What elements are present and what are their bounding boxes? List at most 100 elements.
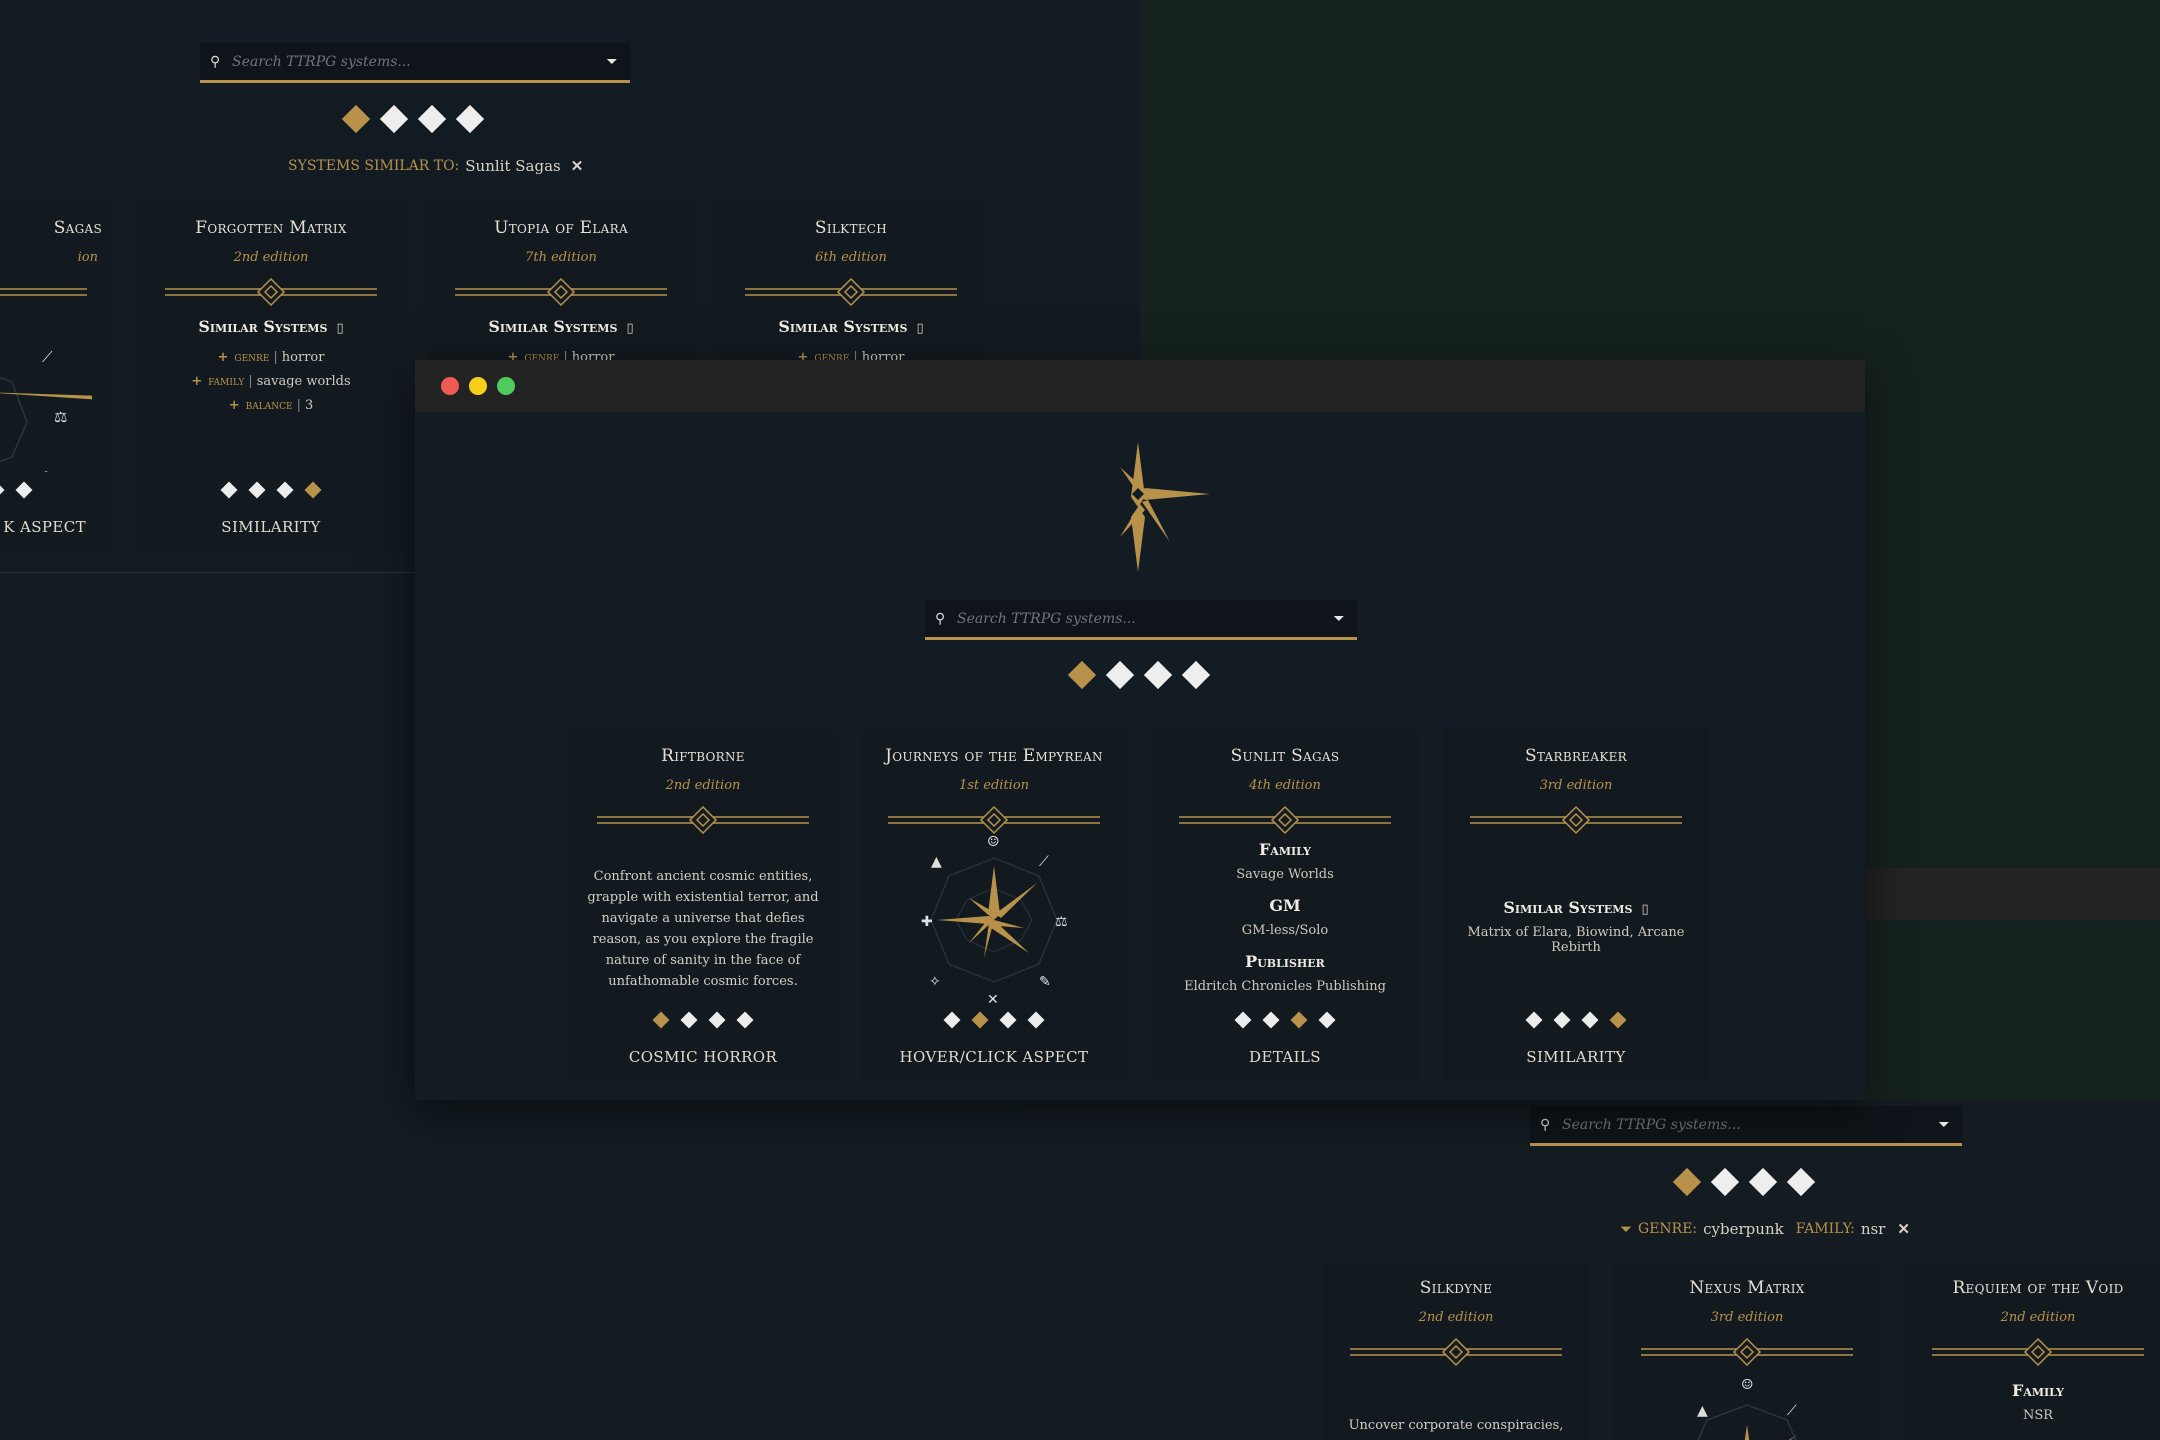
scroll-icon: ✎ (1039, 974, 1051, 990)
card-name: Journeys of the Empyrean (885, 746, 1103, 766)
detail-title-publisher: Publisher (1245, 952, 1325, 971)
aspect-nav-diamond-1[interactable] (1067, 660, 1097, 690)
search-input[interactable] (1556, 1116, 1936, 1133)
detail-title: Family (2011, 1381, 2065, 1400)
balance-icon: ⚖ (1055, 914, 1068, 930)
ornament-divider (1179, 805, 1391, 835)
card-name: Sagas (53, 218, 102, 238)
search-icon: ⚲ (1540, 1116, 1551, 1133)
panel-edge-line (0, 572, 415, 573)
family-filter-value: nsr (1860, 1220, 1886, 1238)
similar-filter-line: SYSTEMS SIMILAR TO: Sunlit Sagas ✕ (288, 157, 583, 175)
system-card-sunlit-sagas[interactable]: Sunlit Sagas 4th edition Family Savage W… (1152, 730, 1418, 1082)
family-filter-label: FAMILY: (1795, 1221, 1855, 1237)
aspect-dot[interactable] (0, 481, 5, 499)
ornament-divider (1932, 1337, 2144, 1367)
aspect-dot-active[interactable] (1609, 1011, 1627, 1029)
card-edition: 2nd edition (1418, 1310, 1494, 1325)
aspect-nav-diamond-2[interactable] (1105, 660, 1135, 690)
system-card-silkdyne[interactable]: Silkdyne 2nd edition Uncover corporate c… (1323, 1262, 1589, 1440)
ornament-divider (455, 277, 667, 307)
aspect-dot[interactable] (1234, 1011, 1252, 1029)
aspect-dot[interactable] (15, 481, 33, 499)
aspect-dot[interactable] (999, 1011, 1017, 1029)
card-aspect-label: K ASPECT (3, 518, 86, 536)
system-card-forgotten-matrix[interactable]: Forgotten Matrix 2nd edition Similar Sys… (138, 202, 404, 552)
aspect-dot-active[interactable] (971, 1011, 989, 1029)
ornament-divider (1350, 1337, 1562, 1367)
aspect-nav-diamond-1[interactable] (1672, 1167, 1702, 1197)
aspect-nav-diamond-4[interactable] (1786, 1167, 1816, 1197)
aspect-dot[interactable] (1262, 1011, 1280, 1029)
aspect-nav-diamond-2[interactable] (379, 104, 409, 134)
aspect-dot[interactable] (220, 481, 238, 499)
bottom-right-panel: ⚲ ⏷ ⏷ GENRE: cyberpunk FAMILY: nsr ✕ Sil… (1020, 1100, 2160, 1440)
search-input[interactable] (951, 610, 1331, 627)
close-window-button[interactable] (441, 377, 459, 395)
maximize-window-button[interactable] (497, 377, 515, 395)
card-name: Utopia of Elara (494, 218, 628, 238)
ornament-divider (1470, 805, 1682, 835)
filter-icon[interactable]: ⏷ (1331, 611, 1347, 627)
dialogue-icon: ☺ (987, 834, 1000, 850)
search-icon: ⚲ (210, 53, 221, 70)
card-edition: 2nd edition (2000, 1310, 2076, 1325)
aspect-dot-active[interactable] (652, 1011, 670, 1029)
ornament-divider (0, 288, 87, 296)
aspect-nav-diamond-3[interactable] (1143, 660, 1173, 690)
card-edition: 3rd edition (1539, 778, 1613, 793)
aspect-dot-active[interactable] (304, 481, 322, 499)
card-name: Sunlit Sagas (1230, 746, 1340, 766)
aspect-dot[interactable] (1318, 1011, 1336, 1029)
clear-similar-icon[interactable]: ✕ (571, 157, 584, 175)
aspect-dot[interactable] (943, 1011, 961, 1029)
aspect-dot[interactable] (248, 481, 266, 499)
aspect-dot[interactable] (1553, 1011, 1571, 1029)
filter-icon[interactable]: ⏷ (604, 54, 620, 70)
aspect-nav-diamond-3[interactable] (417, 104, 447, 134)
system-card-journeys-of-the-empyrean[interactable]: Journeys of the Empyrean 1st edition ☺ ⟋… (861, 730, 1127, 1082)
clear-filter-icon[interactable]: ✕ (1897, 1220, 1910, 1238)
puzzle-icon: ✚ (921, 914, 933, 930)
aspect-nav-diamond-2[interactable] (1710, 1167, 1740, 1197)
card-edition: 1st edition (958, 778, 1030, 793)
aspect-dot-active[interactable] (1290, 1011, 1308, 1029)
tag-row: + balance | 3 (228, 398, 314, 413)
filter-icon[interactable]: ⏷ (1936, 1117, 1952, 1133)
aspect-radar: ⟋ ⚖ ✎ (0, 348, 92, 472)
partial-card[interactable]: Sagas ion ⟋ ⚖ ✎ K ASPECT (0, 202, 112, 552)
card-edition: 2nd edition (665, 778, 741, 793)
card-description: Uncover corporate conspiracies, harness (1348, 1418, 1564, 1440)
card-name: Starbreaker (1524, 746, 1628, 766)
card-aspect-label: DETAILS (1249, 1048, 1321, 1066)
aspect-dot[interactable] (680, 1011, 698, 1029)
detail-title-gm: GM (1269, 896, 1301, 915)
similar-systems-list: Matrix of Elara, Biowind, Arcane Rebirth (1467, 925, 1685, 955)
system-card-nexus-matrix[interactable]: Nexus Matrix 3rd edition ☺ ▲ ⟋ (1614, 1262, 1880, 1440)
search-input[interactable] (226, 53, 604, 70)
book-icon: ▯ (336, 321, 344, 336)
system-card-requiem-of-the-void[interactable]: Requiem of the Void 2nd edition Family N… (1905, 1262, 2160, 1440)
detail-value-family: Savage Worlds (1236, 867, 1334, 882)
system-card-riftborne[interactable]: Riftborne 2nd edition Confront ancient c… (570, 730, 836, 1082)
card-edition: 2nd edition (233, 250, 309, 265)
aspect-nav-diamond-4[interactable] (1181, 660, 1211, 690)
similarity-tags: + genre | horror + family | savage worlds + bal… (138, 346, 404, 418)
aspect-nav-diamond-3[interactable] (1748, 1167, 1778, 1197)
aspect-dot[interactable] (1581, 1011, 1599, 1029)
search-icon: ⚲ (935, 610, 946, 627)
card-edition: 6th edition (815, 250, 887, 265)
card-edition: ion (77, 250, 98, 265)
aspect-dot[interactable] (276, 481, 294, 499)
aspect-dot[interactable] (708, 1011, 726, 1029)
aspect-nav-diamond-1[interactable] (341, 104, 371, 134)
aspect-dot[interactable] (736, 1011, 754, 1029)
aspect-dot[interactable] (1525, 1011, 1543, 1029)
minimize-window-button[interactable] (469, 377, 487, 395)
system-card-starbreaker[interactable]: Starbreaker 3rd edition Similar Systems … (1443, 730, 1709, 1082)
aspect-nav-diamond-4[interactable] (455, 104, 485, 134)
detail-title-family: Family (1258, 840, 1312, 859)
aspect-dot[interactable] (1027, 1011, 1045, 1029)
card-name: Forgotten Matrix (195, 218, 347, 238)
book-icon: ▯ (626, 321, 634, 336)
